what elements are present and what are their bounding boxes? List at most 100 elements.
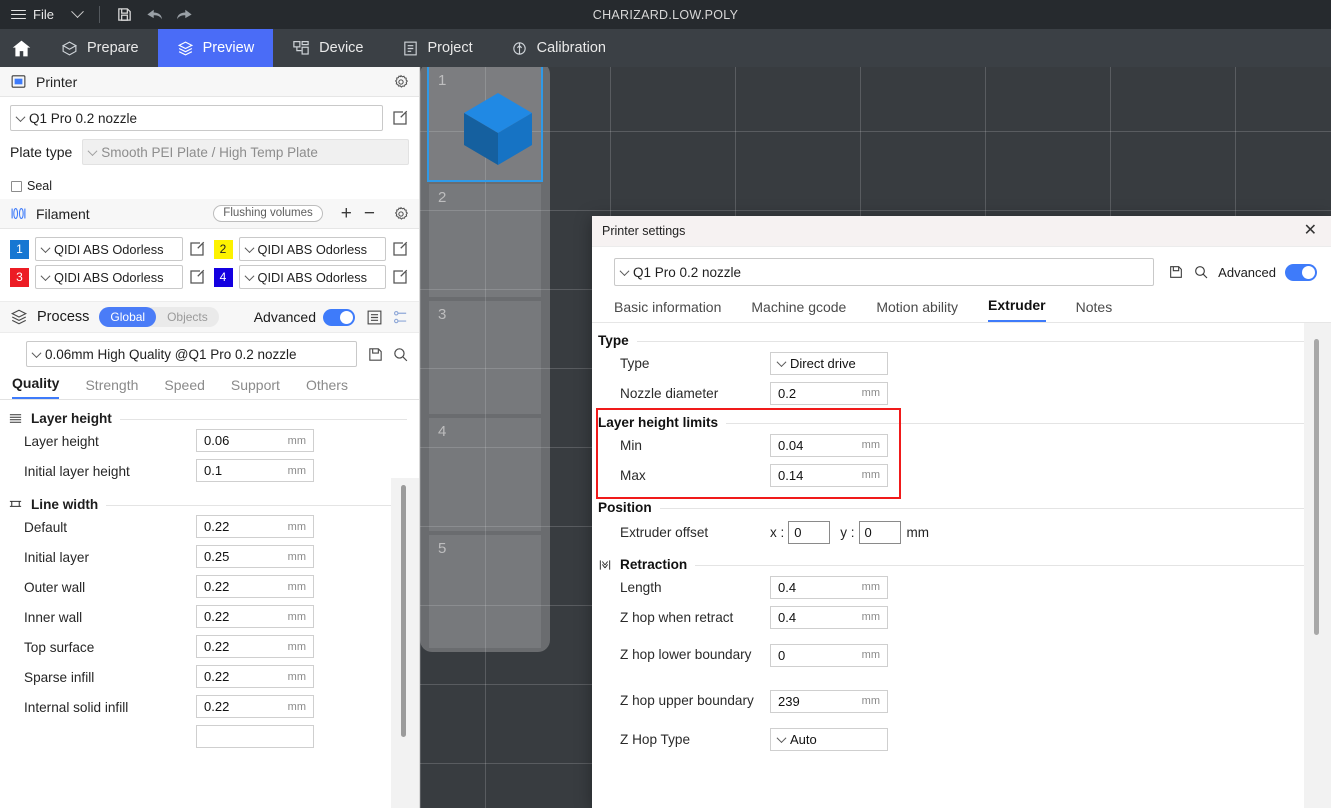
- field-layer-height-input[interactable]: 0.06 mm: [196, 429, 314, 452]
- flushing-volumes-button[interactable]: Flushing volumes: [213, 205, 322, 222]
- save-icon[interactable]: [1168, 264, 1184, 280]
- field-outer-wall-width-input[interactable]: 0.22 mm: [196, 575, 314, 598]
- dialog-tab-motion-ability[interactable]: Motion ability: [876, 299, 958, 322]
- file-menu-button[interactable]: File: [0, 0, 63, 29]
- filament-2-color-swatch[interactable]: 2: [214, 240, 233, 259]
- filament-1-color-swatch[interactable]: 1: [10, 240, 29, 259]
- filament-4-select[interactable]: QIDI ABS Odorless: [239, 265, 387, 289]
- compare-icon[interactable]: [392, 309, 409, 326]
- dialog-advanced-toggle[interactable]: [1285, 264, 1317, 281]
- plate-4[interactable]: 4: [429, 418, 541, 531]
- tab-speed[interactable]: Speed: [164, 377, 204, 399]
- remove-filament-button[interactable]: −: [358, 204, 381, 223]
- process-preset-select[interactable]: 0.06mm High Quality @Q1 Pro 0.2 nozzle: [26, 341, 357, 367]
- printer-preset-select[interactable]: Q1 Pro 0.2 nozzle: [10, 105, 383, 131]
- edit-icon[interactable]: [188, 268, 206, 286]
- field-nozzle-diameter-label: Nozzle diameter: [620, 386, 770, 401]
- plate-1[interactable]: 1: [429, 67, 541, 180]
- field-z-hop-when-retract-input[interactable]: 0.4 mm: [770, 606, 888, 629]
- process-scope-segmented[interactable]: Global Objects: [99, 307, 218, 327]
- seal-row[interactable]: Seal: [10, 179, 409, 193]
- dialog-tab-extruder[interactable]: Extruder: [988, 297, 1046, 322]
- field-z-hop-lower-boundary-input[interactable]: 0 mm: [770, 644, 888, 667]
- filament-1-select[interactable]: QIDI ABS Odorless: [35, 237, 183, 261]
- field-default-width-input[interactable]: 0.22 mm: [196, 515, 314, 538]
- field-default-width: Default 0.22 mm: [0, 512, 419, 542]
- dialog-preset-select[interactable]: Q1 Pro 0.2 nozzle: [614, 258, 1154, 286]
- process-advanced-toggle[interactable]: [323, 309, 355, 326]
- edit-icon[interactable]: [391, 240, 409, 258]
- field-type-select[interactable]: Direct drive: [770, 352, 888, 375]
- scope-objects-option[interactable]: Objects: [156, 307, 219, 327]
- dialog-scrollbar-thumb[interactable]: [1314, 339, 1319, 635]
- filament-3-select[interactable]: QIDI ABS Odorless: [35, 265, 183, 289]
- filament-3-color-swatch[interactable]: 3: [10, 268, 29, 287]
- edit-icon[interactable]: [391, 268, 409, 286]
- tab-support[interactable]: Support: [231, 377, 280, 399]
- dialog-preset-row: Q1 Pro 0.2 nozzle Advanced: [592, 247, 1331, 286]
- scope-global-option[interactable]: Global: [99, 307, 156, 327]
- field-inner-wall-width-unit: mm: [288, 611, 306, 623]
- field-internal-solid-infill-width-input[interactable]: 0.22 mm: [196, 695, 314, 718]
- field-initial-layer-width-input[interactable]: 0.25 mm: [196, 545, 314, 568]
- filament-slot-2[interactable]: 2 QIDI ABS Odorless: [214, 237, 410, 261]
- field-initial-layer-width: Initial layer 0.25 mm: [0, 542, 419, 572]
- tab-strength[interactable]: Strength: [85, 377, 138, 399]
- tab-prepare[interactable]: Prepare: [42, 29, 158, 67]
- tab-preview[interactable]: Preview: [158, 29, 274, 67]
- field-z-hop-upper-boundary-input[interactable]: 239 mm: [770, 690, 888, 713]
- filament-4-color-swatch[interactable]: 4: [214, 268, 233, 287]
- plate-5[interactable]: 5: [429, 535, 541, 648]
- dialog-scrollbar[interactable]: [1304, 323, 1331, 808]
- plate-3[interactable]: 3: [429, 301, 541, 414]
- edit-icon[interactable]: [391, 109, 409, 127]
- sidebar-scrollbar-thumb[interactable]: [401, 485, 406, 737]
- dialog-tab-basic-information[interactable]: Basic information: [614, 299, 721, 322]
- redo-button[interactable]: [170, 0, 200, 29]
- extruder-offset-x-input[interactable]: 0: [788, 521, 830, 544]
- dialog-tab-notes[interactable]: Notes: [1076, 299, 1113, 322]
- tab-calibration[interactable]: Calibration: [492, 29, 625, 67]
- filament-2-select[interactable]: QIDI ABS Odorless: [239, 237, 387, 261]
- add-filament-button[interactable]: +: [335, 204, 358, 223]
- extruder-offset-y-input[interactable]: 0: [859, 521, 901, 544]
- field-nozzle-diameter-input[interactable]: 0.2 mm: [770, 382, 888, 405]
- filament-slot-3[interactable]: 3 QIDI ABS Odorless: [10, 265, 206, 289]
- field-top-surface-width-input[interactable]: 0.22 mm: [196, 635, 314, 658]
- field-z-hop-type-select[interactable]: Auto: [770, 728, 888, 751]
- edit-icon[interactable]: [188, 240, 206, 258]
- save-button[interactable]: [110, 0, 140, 29]
- search-icon[interactable]: [1193, 264, 1209, 280]
- filament-slot-4[interactable]: 4 QIDI ABS Odorless: [214, 265, 410, 289]
- dialog-tab-machine-gcode[interactable]: Machine gcode: [751, 299, 846, 322]
- gear-icon[interactable]: [393, 74, 409, 90]
- search-icon[interactable]: [392, 346, 409, 363]
- group-layer-height-limits-header: Layer height limits: [592, 408, 1331, 430]
- tab-others[interactable]: Others: [306, 377, 348, 399]
- field-partial-next-input[interactable]: [196, 725, 314, 748]
- gear-icon[interactable]: [393, 206, 409, 222]
- seal-checkbox[interactable]: [11, 181, 22, 192]
- plate-2[interactable]: 2: [429, 184, 541, 297]
- undo-button[interactable]: [140, 0, 170, 29]
- save-icon[interactable]: [367, 346, 384, 363]
- home-button[interactable]: [0, 29, 42, 67]
- plate-type-select[interactable]: Smooth PEI Plate / High Temp Plate: [82, 139, 409, 165]
- close-icon[interactable]: ✕: [1300, 223, 1321, 239]
- field-sparse-infill-width-input[interactable]: 0.22 mm: [196, 665, 314, 688]
- sidebar-scrollbar[interactable]: [391, 478, 419, 808]
- field-max-layer-height-input[interactable]: 0.14 mm: [770, 464, 888, 487]
- menu-dropdown-button[interactable]: [63, 0, 93, 29]
- field-min-layer-height-input[interactable]: 0.04 mm: [770, 434, 888, 457]
- tab-project[interactable]: Project: [383, 29, 492, 67]
- tab-device[interactable]: Device: [273, 29, 382, 67]
- plate-4-number: 4: [438, 423, 446, 440]
- field-outer-wall-width-value: 0.22: [204, 579, 229, 594]
- tab-project-label: Project: [428, 40, 473, 56]
- field-retraction-length-input[interactable]: 0.4 mm: [770, 576, 888, 599]
- list-view-icon[interactable]: [366, 309, 383, 326]
- field-initial-layer-height-input[interactable]: 0.1 mm: [196, 459, 314, 482]
- tab-quality[interactable]: Quality: [12, 375, 59, 399]
- field-inner-wall-width-input[interactable]: 0.22 mm: [196, 605, 314, 628]
- filament-slot-1[interactable]: 1 QIDI ABS Odorless: [10, 237, 206, 261]
